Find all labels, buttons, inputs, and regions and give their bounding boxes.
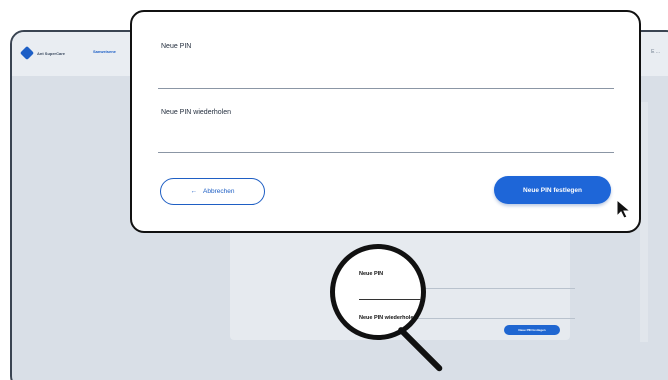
magnifier-field2-label: Neue PIN wiederholen: [359, 315, 417, 321]
diamond-logo-icon: [19, 45, 35, 61]
new-pin-input[interactable]: [158, 71, 614, 89]
mouse-cursor-icon: [616, 198, 632, 219]
arrow-left-icon: ←: [190, 188, 198, 195]
header-menu-icon[interactable]: E ...: [651, 49, 660, 55]
background-submit-button[interactable]: Neue PIN festlegen: [504, 325, 560, 335]
magnifier-field1-line: [359, 299, 421, 300]
magnifier-field1-label: Neue PIN: [359, 271, 384, 277]
repeat-pin-label: Neue PIN wiederholen: [161, 109, 232, 116]
cancel-button-label: Abbrechen: [203, 188, 235, 195]
nav-tab[interactable]: Sanweisene: [93, 49, 116, 54]
new-pin-label: Neue PIN: [161, 43, 192, 50]
scrollbar[interactable]: [640, 102, 648, 342]
repeat-pin-input[interactable]: [158, 135, 614, 153]
pin-dialog: Neue PIN Neue PIN wiederholen ← Abbreche…: [130, 10, 641, 233]
magnifier-lens: Neue PIN Neue PIN wiederholen: [330, 244, 426, 340]
brand-name: Ant SuperCare: [37, 50, 66, 56]
cancel-button[interactable]: ← Abbrechen: [160, 178, 265, 205]
brand-logo: Ant SuperCare: [19, 45, 66, 61]
set-pin-button[interactable]: Neue PIN festlegen: [494, 176, 611, 204]
